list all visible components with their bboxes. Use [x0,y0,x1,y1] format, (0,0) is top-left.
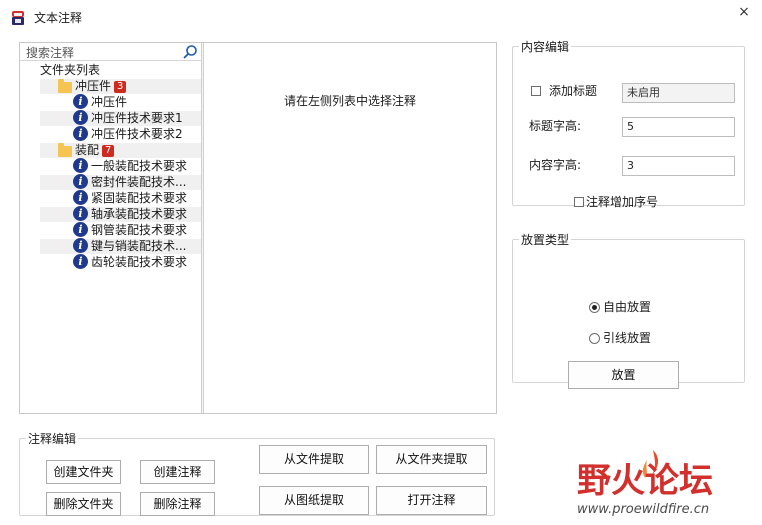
window-title: 文本注释 [34,11,83,25]
place-button[interactable]: 放置 [568,361,679,389]
folder-icon [58,143,72,157]
tree-item[interactable]: 齿轮装配技术要求 [91,254,187,270]
forum-watermark-logo: 野火论坛 www.proewildfire.cn [575,440,755,520]
content-edit-group: 内容编辑 添加标题 未启用 标题字高: 5 内容字高: 3 注释增加序号 [512,38,745,209]
numbering-checkbox[interactable] [574,197,584,207]
extract-from-drawing-button[interactable]: 从图纸提取 [259,486,369,515]
placement-group: 放置类型 自由放置 引线放置 放置 [512,231,745,389]
create-note-button[interactable]: 创建注释 [140,460,215,484]
tree-item[interactable]: 轴承装配技术要求 [91,206,187,222]
title-height-label: 标题字高: [529,119,582,133]
delete-note-button[interactable]: 删除注释 [140,492,215,516]
info-icon: i [73,238,88,253]
free-placement-label: 自由放置 [603,300,652,314]
tree-item[interactable]: 键与销装配技术... [91,238,186,254]
extract-from-file-button[interactable]: 从文件提取 [259,445,369,474]
free-placement-radio[interactable] [589,302,600,313]
count-badge: 3 [114,81,127,93]
add-title-checkbox[interactable] [531,86,541,96]
open-note-button[interactable]: 打开注释 [376,486,487,515]
search-input[interactable]: 搜索注释 [26,44,74,61]
search-icon[interactable] [182,44,198,60]
leader-placement-radio[interactable] [589,333,600,344]
tree-item[interactable]: 一般装配技术要求 [91,158,187,174]
tree-folder-label: 装配 [75,143,100,157]
info-icon: i [73,174,88,189]
watermark-cn: 野火论坛 [577,461,713,501]
search-box[interactable]: 搜索注释 [20,43,201,61]
count-badge: 7 [102,145,115,157]
info-icon: i [73,222,88,237]
info-icon: i [73,206,88,221]
folder-icon [58,79,72,93]
extract-from-folder-button[interactable]: 从文件夹提取 [376,445,487,474]
tree-item[interactable]: 密封件装配技术... [91,174,186,190]
tree-item[interactable]: 钢管装配技术要求 [91,222,187,238]
preview-hint: 请在左侧列表中选择注释 [283,94,416,108]
tree-item[interactable]: 冲压件技术要求2 [91,126,183,142]
create-folder-button[interactable]: 创建文件夹 [46,460,121,484]
content-height-field[interactable]: 3 [622,156,735,176]
tree-folder-label: 冲压件 [75,79,112,93]
group-legend: 内容编辑 [521,40,570,54]
tree-folder-assembly[interactable]: 装配 7 [75,142,115,158]
tree-item[interactable]: 冲压件 [91,94,127,110]
leader-placement-label: 引线放置 [603,331,652,345]
app-icon [10,10,26,26]
info-icon: i [73,126,88,141]
info-icon: i [73,254,88,269]
group-legend: 注释编辑 [28,432,77,446]
tree-item[interactable]: 紧固装配技术要求 [91,190,187,206]
group-legend: 放置类型 [521,233,570,247]
tree-item[interactable]: 冲压件技术要求1 [91,110,183,126]
watermark-url: www.proewildfire.cn [577,502,709,517]
delete-folder-button[interactable]: 删除文件夹 [46,492,121,516]
tree-root[interactable]: 文件夹列表 [40,62,100,78]
info-icon: i [73,110,88,125]
title-text-field[interactable]: 未启用 [622,83,735,103]
info-icon: i [73,158,88,173]
numbering-label: 注释增加序号 [586,195,659,209]
info-icon: i [73,94,88,109]
info-icon: i [73,190,88,205]
content-height-label: 内容字高: [529,158,582,172]
add-title-label: 添加标题 [549,84,598,98]
tree-folder-stamping[interactable]: 冲压件 3 [75,78,127,94]
title-height-field[interactable]: 5 [622,117,735,137]
close-icon[interactable]: × [736,4,752,20]
